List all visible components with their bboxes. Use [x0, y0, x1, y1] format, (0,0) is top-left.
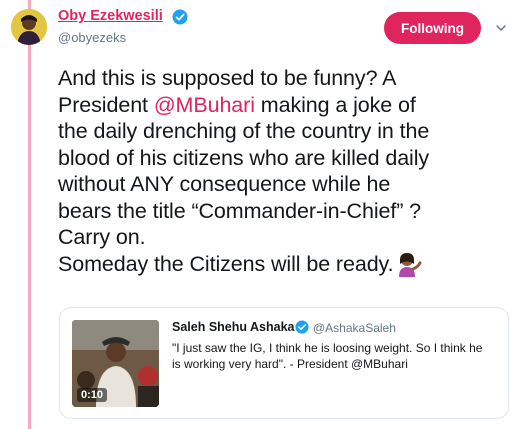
- tweet-line: And this is supposed to be funny? A: [58, 66, 397, 90]
- tweet-line-suffix: making a joke of: [254, 92, 416, 117]
- following-button[interactable]: Following: [384, 12, 481, 44]
- tweet-line: President @MBuhari making a joke of: [58, 92, 520, 119]
- tweet-line-prefix: President: [58, 92, 154, 117]
- verified-badge-icon: [172, 9, 188, 25]
- quoted-author-handle[interactable]: @AshakaSaleh: [313, 321, 396, 335]
- quoted-author-name[interactable]: Saleh Shehu Ashaka: [172, 320, 295, 334]
- tweet-line: Carry on.: [58, 225, 146, 249]
- author-avatar[interactable]: [11, 9, 47, 45]
- tweet-line: without ANY consequence while he: [58, 172, 391, 196]
- quoted-tweet-line: "I just saw the IG, I think he is loosin…: [172, 341, 483, 355]
- tweet-line: bears the title “Commander-in-Chief” ?: [58, 198, 422, 223]
- author-name[interactable]: Oby Ezekwesili: [58, 8, 163, 24]
- tweet-line: Someday the Citizens will be ready.: [58, 251, 520, 278]
- video-duration: 0:10: [77, 388, 108, 402]
- tweet-line: the daily drenching of the country in th…: [58, 119, 430, 143]
- tweet-line: blood of his citizens who are killed dai…: [58, 145, 430, 170]
- verified-badge-icon: [295, 320, 309, 334]
- quoted-tweet-line: is working very hard". - President @MBuh…: [172, 357, 408, 371]
- author-handle[interactable]: @obyezeks: [58, 30, 126, 45]
- quoted-tweet[interactable]: 0:10 Saleh Shehu Ashaka @AshakaSaleh "I …: [59, 307, 509, 419]
- tweet-line-text: Someday the Citizens will be ready.: [58, 251, 394, 276]
- chevron-down-icon[interactable]: [495, 22, 507, 34]
- mention-link[interactable]: @MBuhari: [154, 93, 255, 117]
- thread-line: [28, 0, 31, 429]
- quoted-tweet-text: "I just saw the IG, I think he is loosin…: [172, 340, 502, 372]
- video-thumbnail[interactable]: 0:10: [72, 320, 159, 407]
- person-tipping-hand-emoji-icon: [399, 252, 422, 277]
- tweet-text: And this is supposed to be funny? A Pres…: [58, 65, 520, 277]
